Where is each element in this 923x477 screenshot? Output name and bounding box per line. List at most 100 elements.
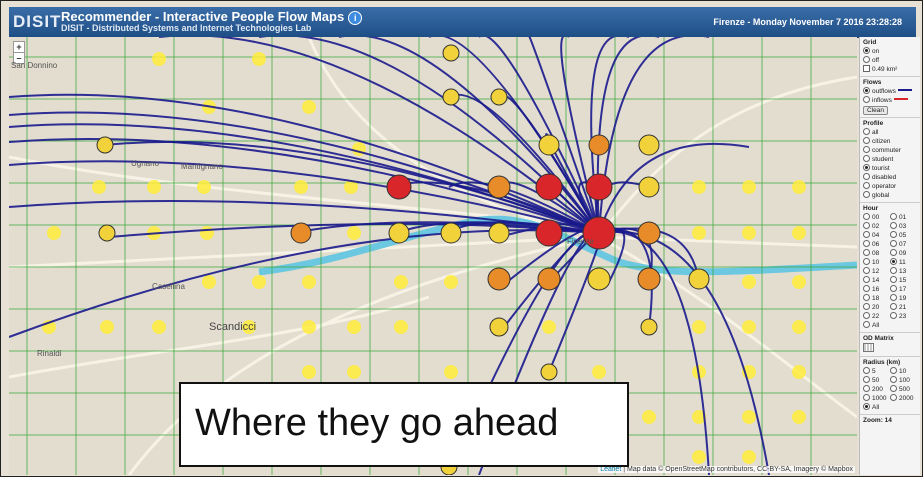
radio-icon[interactable]	[863, 249, 870, 256]
hour-radio-07[interactable]: 07	[890, 240, 917, 249]
hour-radio-17[interactable]: 17	[890, 285, 917, 294]
radio-icon[interactable]	[863, 155, 870, 162]
radio-icon[interactable]	[863, 321, 870, 328]
hour-radio-10[interactable]: 10	[863, 258, 890, 267]
radio-icon[interactable]	[890, 231, 897, 238]
radio-icon[interactable]	[863, 367, 870, 374]
radio-icon[interactable]	[890, 258, 897, 265]
radio-icon[interactable]	[863, 128, 870, 135]
radio-icon[interactable]	[863, 87, 870, 94]
hour-radio-08[interactable]: 08	[863, 249, 890, 258]
radius-radio-2000[interactable]: 2000	[890, 394, 917, 403]
radio-icon[interactable]	[863, 173, 870, 180]
radio-icon[interactable]	[890, 385, 897, 392]
radio-icon[interactable]	[863, 303, 870, 310]
radio-icon[interactable]	[863, 164, 870, 171]
hour-radio-15[interactable]: 15	[890, 276, 917, 285]
radio-icon[interactable]	[890, 240, 897, 247]
radius-radio-100[interactable]: 100	[890, 376, 917, 385]
clean-button[interactable]: Clean	[863, 106, 888, 115]
radius-radio-1000[interactable]: 1000	[863, 394, 890, 403]
leaflet-link[interactable]: Leaflet	[600, 466, 621, 473]
radio-icon[interactable]	[863, 312, 870, 319]
hour-radio-13[interactable]: 13	[890, 267, 917, 276]
radio-icon[interactable]	[863, 258, 870, 265]
grid-on-radio[interactable]: on	[863, 47, 917, 56]
hour-radio-11[interactable]: 11	[890, 258, 917, 267]
radius-radio-10[interactable]: 10	[890, 367, 917, 376]
radio-icon[interactable]	[890, 294, 897, 301]
radio-icon[interactable]	[863, 56, 870, 63]
grid-area-checkbox[interactable]: 0.49 km²	[863, 65, 917, 74]
profile-radio-all[interactable]: all	[863, 128, 917, 137]
profile-radio-tourist[interactable]: tourist	[863, 164, 917, 173]
outflows-radio[interactable]: outflows	[863, 87, 917, 96]
radio-icon[interactable]	[863, 47, 870, 54]
profile-radio-citizen[interactable]: citizen	[863, 137, 917, 146]
hour-radio-16[interactable]: 16	[863, 285, 890, 294]
radio-icon[interactable]	[890, 285, 897, 292]
profile-radio-student[interactable]: student	[863, 155, 917, 164]
radio-icon[interactable]	[863, 191, 870, 198]
od-matrix-icon[interactable]	[863, 343, 874, 352]
hour-radio-23[interactable]: 23	[890, 312, 917, 321]
hour-radio-03[interactable]: 03	[890, 222, 917, 231]
radio-icon[interactable]	[863, 276, 870, 283]
radio-icon[interactable]	[863, 96, 870, 103]
radio-icon[interactable]	[890, 249, 897, 256]
radio-icon[interactable]	[890, 303, 897, 310]
radio-icon[interactable]	[863, 213, 870, 220]
hour-radio-21[interactable]: 21	[890, 303, 917, 312]
radio-icon[interactable]	[863, 240, 870, 247]
radio-icon[interactable]	[863, 137, 870, 144]
radio-icon[interactable]	[863, 403, 870, 410]
radio-icon[interactable]	[863, 231, 870, 238]
radio-icon[interactable]	[890, 394, 897, 401]
zoom-in-button[interactable]: +	[14, 42, 24, 52]
hour-radio-09[interactable]: 09	[890, 249, 917, 258]
radio-icon[interactable]	[890, 267, 897, 274]
hour-radio-20[interactable]: 20	[863, 303, 890, 312]
hour-radio-02[interactable]: 02	[863, 222, 890, 231]
radio-icon[interactable]	[863, 376, 870, 383]
radio-icon[interactable]	[890, 312, 897, 319]
profile-radio-commuter[interactable]: commuter	[863, 146, 917, 155]
radio-icon[interactable]	[863, 385, 870, 392]
radio-icon[interactable]	[863, 294, 870, 301]
grid-off-radio[interactable]: off	[863, 56, 917, 65]
profile-radio-operator[interactable]: operator	[863, 182, 917, 191]
hour-radio-all[interactable]: All	[863, 321, 890, 330]
checkbox-icon[interactable]	[863, 65, 870, 72]
hour-radio-22[interactable]: 22	[863, 312, 890, 321]
radio-icon[interactable]	[890, 367, 897, 374]
radius-radio-all[interactable]: All	[863, 403, 890, 412]
radio-icon[interactable]	[890, 276, 897, 283]
hour-radio-00[interactable]: 00	[863, 213, 890, 222]
hour-radio-06[interactable]: 06	[863, 240, 890, 249]
radio-icon[interactable]	[863, 267, 870, 274]
hour-radio-01[interactable]: 01	[890, 213, 917, 222]
inflows-radio[interactable]: inflows	[863, 96, 917, 105]
radio-icon[interactable]	[863, 182, 870, 189]
radio-icon[interactable]	[863, 394, 870, 401]
radio-icon[interactable]	[863, 285, 870, 292]
hour-radio-18[interactable]: 18	[863, 294, 890, 303]
profile-radio-global[interactable]: global	[863, 191, 917, 200]
radio-icon[interactable]	[890, 222, 897, 229]
radius-radio-200[interactable]: 200	[863, 385, 890, 394]
radio-icon[interactable]	[890, 213, 897, 220]
hour-radio-04[interactable]: 04	[863, 231, 890, 240]
profile-radio-disabled[interactable]: disabled	[863, 173, 917, 182]
radius-radio-500[interactable]: 500	[890, 385, 917, 394]
flow-node-25	[489, 317, 509, 337]
hour-radio-05[interactable]: 05	[890, 231, 917, 240]
info-icon[interactable]: i	[348, 10, 363, 25]
hour-radio-14[interactable]: 14	[863, 276, 890, 285]
radius-radio-50[interactable]: 50	[863, 376, 890, 385]
radio-icon[interactable]	[890, 376, 897, 383]
radius-radio-5[interactable]: 5	[863, 367, 890, 376]
radio-icon[interactable]	[863, 222, 870, 229]
hour-radio-19[interactable]: 19	[890, 294, 917, 303]
radio-icon[interactable]	[863, 146, 870, 153]
hour-radio-12[interactable]: 12	[863, 267, 890, 276]
